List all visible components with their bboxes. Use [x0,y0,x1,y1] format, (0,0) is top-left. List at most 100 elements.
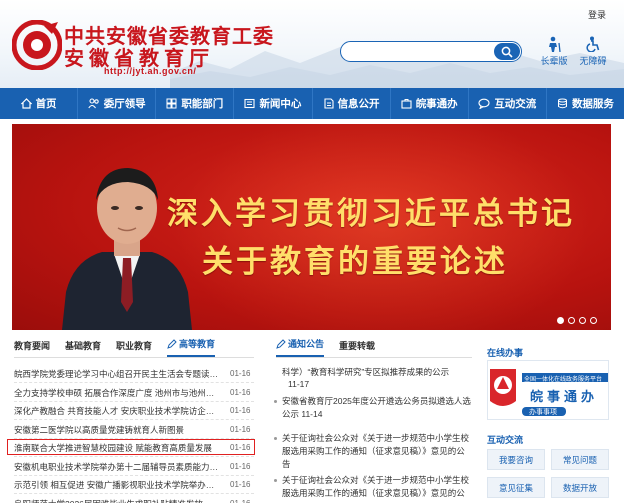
elder-icon [549,36,561,52]
nav-label: 皖事通办 [415,98,458,110]
nav-item-news[interactable]: 新闻中心 [234,88,313,119]
notice-item-line[interactable]: 服选用采购工作的通知（征求意见稿）》意见的公 [282,445,465,457]
services-icon [401,99,412,109]
carousel-dot[interactable] [568,317,575,324]
pencil-icon [167,339,177,349]
list-separator [14,456,254,457]
emblem-logo[interactable] [12,20,62,70]
news-item-title[interactable]: 阜阳师范大学2026届困难毕业生求职补贴精准发放… [14,498,211,503]
news-item-title[interactable]: 安徽第二医学院以高质量党建铸就育人新图景 [14,424,184,436]
data-icon [557,98,567,109]
notice-item-line[interactable]: 科学）“教育科学研究”专区拟推荐成果的公示 [282,366,449,378]
nav-item-data[interactable]: 数据服务 [547,88,624,119]
news-item-title[interactable]: 深化产教融合 共育技能人才 安庆职业技术学院访企… [14,405,214,417]
search-icon [501,46,513,58]
nav-item-services[interactable]: 皖事通办 [391,88,469,119]
notice-item-line[interactable]: 关于征询社会公众对《关于进一步规范中小学生校 [282,474,469,486]
carousel-dot[interactable] [579,317,586,324]
news-item-title[interactable]: 皖西学院党委理论学习中心组召开民主生活会专题读… [14,368,218,380]
tab-basic-education[interactable]: 基础教育 [65,339,101,357]
news-item-title[interactable]: 安徽机电职业技术学院举办第十二届辅导员素质能力… [14,461,218,473]
leaders-icon [88,98,99,109]
list-separator [14,474,254,476]
bullet-dot [274,479,277,482]
news-item-date: 01-16 [230,387,251,397]
news-item-date: 01-16 [230,369,251,378]
notice-item-line[interactable]: 关于征询社会公众对《关于进一步规范中小学生校 [282,432,469,444]
notice-item-line[interactable]: 服选用采购工作的通知（征求意见稿）》意见的公 [282,487,465,499]
education-news-column: 教育要闻 基础教育 职业教育 高等教育 [14,337,254,358]
service-button[interactable]: 办事事项 [529,407,557,417]
service-banner-text: 全国一体化在线政务服务平台 [524,377,603,383]
news-item-title[interactable]: 示范引领 相互促进 安徽广播影视职业技术学院举办… [14,479,214,491]
opinion-button[interactable]: 意见征集 [487,477,545,498]
nav-label: 委厅领导 [103,98,146,110]
pencil-icon [276,339,286,349]
middle-tabs: 通知公告 重要转载 [276,337,472,358]
news-item-date: 01-16 [230,480,251,489]
news-item-date: 01-16 [230,461,251,471]
info-icon [324,98,334,109]
nav-item-interaction[interactable]: 互动交流 [469,88,547,119]
nav-item-home[interactable]: 首页 [0,88,79,119]
nav-label: 职能部门 [181,98,224,110]
search-button[interactable] [494,43,520,60]
interaction-title: 互动交流 [487,435,524,445]
news-item-date: 01-16 [230,424,251,434]
bullet-dot [274,437,277,440]
carousel-dot[interactable] [557,317,564,324]
tab-vocational-education[interactable]: 职业教育 [116,339,152,357]
notice-item-line[interactable]: 告 [282,458,291,470]
list-separator [14,493,254,494]
portrait-image [62,168,192,330]
banner-headline-line2: 关于教育的重要论述 [202,244,508,280]
online-service-title: 在线办事 [487,348,524,358]
wanshitongban-card[interactable]: 全国一体化在线政务服务平台 皖事通办 办事事项 [487,360,609,420]
nav-item-leaders[interactable]: 委厅领导 [78,88,157,119]
nav-label: 信息公开 [337,98,380,110]
notice-item-line[interactable]: 11-17 [288,379,309,389]
site-header: 登录 中共安徽省委教育工委 安徽省教育厅 http://jyt.ah.gov.c… [0,0,624,88]
nav-label: 新闻中心 [259,98,302,110]
highlight-box [7,439,255,455]
home-icon [20,98,32,109]
elder-mode-button[interactable]: 长辈版 [535,36,573,67]
news-item-title[interactable]: 全力支持学校申硕 拓展合作深度广度 池州市与池州… [14,387,214,399]
chat-icon [478,98,490,109]
tab-higher-education[interactable]: 高等教育 [167,337,216,357]
nav-item-info[interactable]: 信息公开 [313,88,391,119]
tab-label: 高等教育 [179,339,216,349]
search-input[interactable] [347,44,497,59]
hero-banner[interactable]: 深入学习贯彻习近平总书记 关于教育的重要论述 [12,124,611,330]
carousel-dots [557,317,597,324]
login-link[interactable]: 登录 [588,8,606,21]
news-item-date: 01-16 [230,498,251,503]
accessibility-button[interactable]: 无障碍 [574,36,612,67]
wheelchair-icon [586,36,600,52]
notice-column: 通知公告 重要转载 [276,337,472,358]
nav-item-departments[interactable]: 职能部门 [156,88,235,119]
service-name: 皖事通办 [530,389,599,404]
departments-icon [166,98,177,109]
tab-notices[interactable]: 通知公告 [276,337,325,357]
nav-label: 首页 [35,98,57,110]
accessibility-label: 无障碍 [579,56,607,66]
nav-label: 互动交流 [494,98,537,110]
list-separator [14,419,254,420]
notice-item-line[interactable]: 安徽省教育厅2025年度公开遴选公务员拟遴选人选 [282,395,471,407]
elder-mode-label: 长辈版 [540,56,568,66]
banner-headline-line1: 深入学习贯彻习近平总书记 [167,196,575,232]
news-item-date: 01-16 [230,406,251,415]
tab-reprints[interactable]: 重要转载 [339,339,375,357]
data-open-button[interactable]: 数据开放 [551,477,609,498]
consult-button[interactable]: 我要咨询 [487,449,545,470]
faq-button[interactable]: 常见问题 [551,449,609,470]
site-url: http://jyt.ah.gov.cn/ [104,66,197,76]
list-separator [14,400,254,402]
carousel-dot[interactable] [590,317,597,324]
tab-label: 通知公告 [288,339,325,349]
bullet-dot [274,400,277,403]
tab-education-news[interactable]: 教育要闻 [14,339,50,357]
nav-label: 数据服务 [571,98,614,110]
notice-item-line[interactable]: 公示 11-14 [282,408,322,420]
